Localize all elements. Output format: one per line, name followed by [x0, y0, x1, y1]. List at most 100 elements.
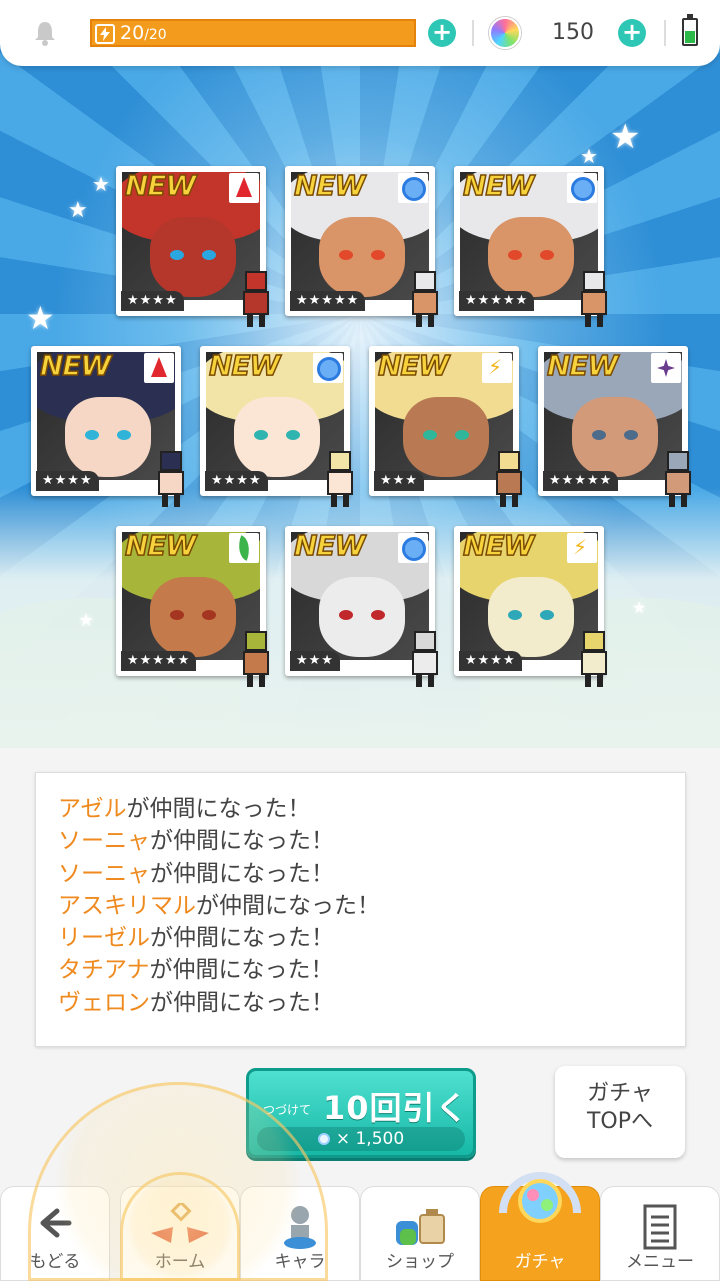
sprite-body [412, 651, 438, 675]
character-eye [339, 610, 353, 620]
sprite-body [327, 471, 353, 495]
gacha-top-button[interactable]: ガチャ TOPへ [555, 1066, 685, 1158]
sprite-legs [162, 495, 180, 507]
character-face [572, 397, 658, 477]
new-badge: NEW [124, 528, 197, 563]
character-eye [371, 250, 385, 260]
sprite-body [158, 471, 184, 495]
rarity-stars: ★★★★ [121, 291, 184, 311]
character-name: リーゼル [58, 925, 150, 952]
add-stamina-button[interactable]: + [428, 19, 456, 47]
status-bar: 20/20 + 150 + [0, 0, 720, 66]
character-eye [202, 610, 216, 620]
character-eye [170, 610, 184, 620]
new-badge: NEW [293, 528, 366, 563]
recruit-log-panel: アゼルが仲間になった！ ソーニャが仲間になった！ ソーニャが仲間になった！ アス… [35, 772, 686, 1047]
light-attribute-icon [567, 533, 597, 563]
character-card[interactable]: NEW ★★★★★ [454, 166, 607, 327]
sprite-legs [247, 315, 265, 327]
sprite-legs [331, 495, 349, 507]
character-name: ヴェロン [58, 989, 150, 1016]
new-badge: NEW [462, 528, 535, 563]
character-face [319, 217, 405, 297]
nav-menu[interactable]: メニュー [600, 1186, 720, 1281]
draw-10-button[interactable]: つづけて 10回引く × 1,500 [246, 1068, 476, 1158]
pixel-sprite [655, 451, 701, 509]
new-badge: NEW [377, 348, 450, 383]
nav-gacha[interactable]: ガチャ [480, 1172, 600, 1281]
sprite-head [498, 451, 520, 471]
rarity-stars: ★★★ [290, 651, 340, 671]
sprite-legs [500, 495, 518, 507]
sprite-head [245, 631, 267, 651]
sprite-head [160, 451, 182, 471]
sprite-legs [585, 675, 603, 687]
gem-icon [317, 1133, 330, 1145]
nav-shop[interactable]: ショップ [360, 1186, 480, 1281]
log-line: タチアナが仲間になった！ [58, 957, 334, 984]
nav-home[interactable]: ホーム [120, 1186, 240, 1281]
sprite-head [414, 631, 436, 651]
character-face [150, 577, 236, 657]
dark-attribute-icon [651, 353, 681, 383]
water-attribute-icon [398, 173, 428, 203]
character-card[interactable]: NEW ★★★ [285, 526, 438, 687]
nav-back[interactable]: もどる [0, 1186, 110, 1281]
sprite-legs [416, 315, 434, 327]
bell-icon[interactable] [30, 18, 60, 48]
sparkle-star-icon: ★ [580, 144, 598, 168]
character-card[interactable]: NEW ★★★★ [31, 346, 184, 507]
sparkle-star-icon: ★ [26, 299, 55, 337]
character-eye [592, 430, 606, 440]
character-name: アゼル [58, 796, 127, 822]
lightning-icon [95, 24, 115, 44]
stamina-bar: 20/20 [90, 19, 416, 47]
pixel-sprite [148, 451, 194, 509]
new-badge: NEW [124, 168, 197, 203]
character-card[interactable]: NEW ★★★★★ [538, 346, 691, 507]
character-eye [371, 610, 385, 620]
divider [664, 20, 666, 46]
pixel-sprite [402, 271, 448, 329]
rarity-stars: ★★★★★ [290, 291, 366, 311]
sprite-head [583, 271, 605, 291]
character-eye [339, 250, 353, 260]
sprite-head [583, 631, 605, 651]
character-eye [540, 250, 554, 260]
rainbow-gem-icon [489, 17, 521, 49]
add-gem-button[interactable]: + [618, 19, 646, 47]
divider [472, 20, 474, 46]
character-eye [540, 610, 554, 620]
nav-chara[interactable]: キャラ [240, 1186, 360, 1281]
sprite-legs [247, 675, 265, 687]
new-badge: NEW [208, 348, 281, 383]
character-eye [202, 250, 216, 260]
fire-attribute-icon [144, 353, 174, 383]
character-face [65, 397, 151, 477]
sprite-body [496, 471, 522, 495]
character-face [234, 397, 320, 477]
character-face [403, 397, 489, 477]
stamina-value: 20/20 [120, 22, 167, 44]
back-arrow-icon [40, 1208, 72, 1238]
character-card[interactable]: NEW ★★★ [369, 346, 522, 507]
sprite-head [245, 271, 267, 291]
character-eye [286, 430, 300, 440]
character-card[interactable]: NEW ★★★★ [454, 526, 607, 687]
sprite-legs [416, 675, 434, 687]
gacha-orb-icon [499, 1172, 581, 1223]
sprite-body [243, 651, 269, 675]
character-name: タチアナ [58, 957, 150, 984]
character-card[interactable]: NEW ★★★★★ [116, 526, 269, 687]
water-attribute-icon [567, 173, 597, 203]
character-card[interactable]: NEW ★★★★ [116, 166, 269, 327]
character-card[interactable]: NEW ★★★★★ [285, 166, 438, 327]
sprite-head [329, 451, 351, 471]
pixel-sprite [317, 451, 363, 509]
character-icon [284, 1206, 316, 1249]
sprite-legs [669, 495, 687, 507]
fire-attribute-icon [229, 173, 259, 203]
sparkle-star-icon: ★ [68, 198, 88, 223]
pixel-sprite [571, 271, 617, 329]
character-card[interactable]: NEW ★★★★ [200, 346, 353, 507]
